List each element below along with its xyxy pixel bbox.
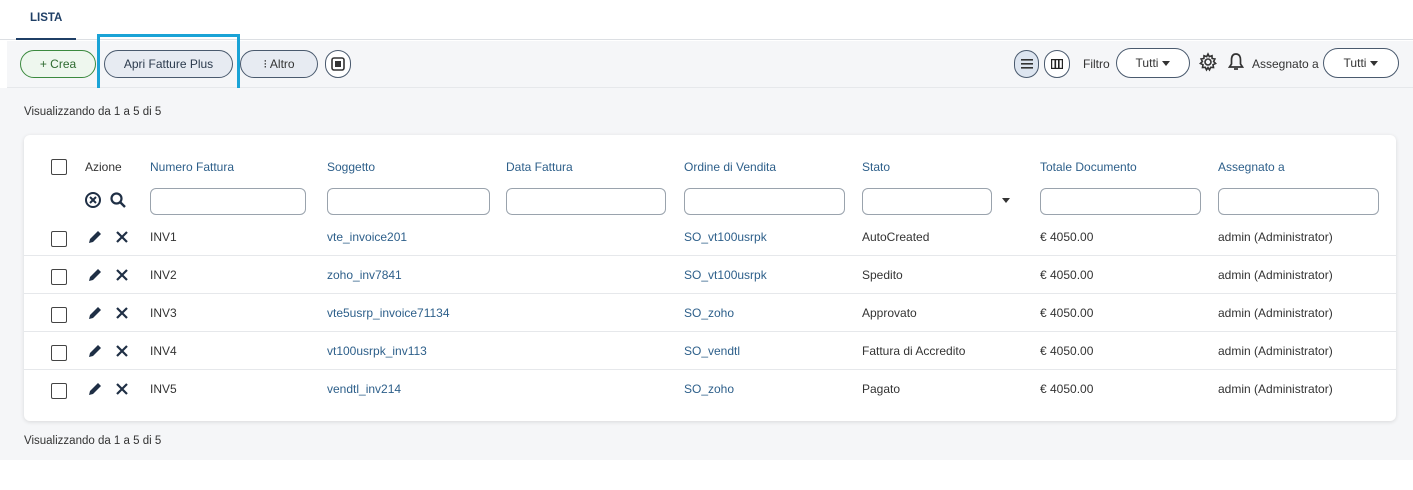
close-icon[interactable] — [113, 342, 131, 360]
cell-assegnato: admin (Administrator) — [1218, 306, 1333, 320]
create-button[interactable]: + Crea — [20, 50, 96, 78]
tab-lista[interactable]: LISTA — [16, 0, 77, 40]
select-box-icon — [331, 57, 345, 71]
close-icon[interactable] — [113, 380, 131, 398]
caret-down-icon — [1162, 60, 1171, 66]
invoice-table: Azione Numero Fattura Soggetto Data Fatt… — [24, 135, 1396, 421]
filter-stato[interactable] — [862, 188, 992, 215]
cell-soggetto[interactable]: vte5usrp_invoice71134 — [327, 306, 450, 320]
record-count-bottom: Visualizzando da 1 a 5 di 5 — [24, 435, 162, 447]
cell-ordine[interactable]: SO_vendtl — [684, 344, 740, 358]
row-checkbox[interactable] — [51, 307, 67, 323]
filter-dropdown[interactable]: Tutti — [1116, 48, 1190, 78]
cell-soggetto[interactable]: vte_invoice201 — [327, 230, 407, 244]
cell-assegnato: admin (Administrator) — [1218, 268, 1333, 282]
cell-totale: € 4050.00 — [1040, 306, 1094, 320]
column-header-azione: Azione — [85, 160, 122, 174]
list-view-button[interactable] — [1014, 50, 1039, 78]
caret-down-icon[interactable] — [1002, 198, 1010, 203]
column-header-numero-fattura[interactable]: Numero Fattura — [150, 160, 234, 174]
cell-stato: Pagato — [862, 382, 901, 396]
cell-numero[interactable]: INV1 — [150, 230, 177, 244]
cell-totale: € 4050.00 — [1040, 268, 1094, 282]
table-row: INV4 vt100usrpk_inv113 SO_vendtl Fattura… — [24, 332, 1396, 370]
gear-icon[interactable] — [1198, 52, 1218, 72]
cell-stato: AutoCreated — [862, 230, 930, 244]
cell-ordine[interactable]: SO_vt100usrpk — [684, 230, 767, 244]
filter-label: Filtro — [1083, 57, 1110, 71]
filter-ordine-vendita[interactable] — [684, 188, 845, 215]
close-icon[interactable] — [113, 266, 131, 284]
assigned-to-value: Tutti — [1343, 56, 1367, 70]
column-header-ordine-vendita[interactable]: Ordine di Vendita — [684, 160, 776, 174]
cell-ordine[interactable]: SO_vt100usrpk — [684, 268, 767, 282]
select-all-icon-button[interactable] — [325, 50, 351, 78]
cell-soggetto[interactable]: zoho_inv7841 — [327, 268, 402, 282]
pencil-icon[interactable] — [86, 228, 104, 246]
pencil-icon[interactable] — [86, 304, 104, 322]
filter-data-fattura[interactable] — [506, 188, 666, 215]
bell-icon[interactable] — [1227, 52, 1245, 72]
cell-totale: € 4050.00 — [1040, 230, 1094, 244]
row-checkbox[interactable] — [51, 269, 67, 285]
cell-stato: Fattura di Accredito — [862, 344, 966, 358]
list-area: Visualizzando da 1 a 5 di 5 Azione Numer… — [0, 88, 1413, 460]
cell-totale: € 4050.00 — [1040, 382, 1094, 396]
pencil-icon[interactable] — [86, 380, 104, 398]
table-row: INV1 vte_invoice201 SO_vt100usrpk AutoCr… — [24, 218, 1396, 256]
open-fatture-plus-button[interactable]: Apri Fatture Plus — [104, 50, 233, 78]
table-row: INV5 vendtl_inv214 SO_zoho Pagato € 4050… — [24, 370, 1396, 408]
column-header-soggetto[interactable]: Soggetto — [327, 160, 375, 174]
cell-ordine[interactable]: SO_zoho — [684, 306, 734, 320]
filter-value: Tutti — [1135, 56, 1159, 70]
cell-soggetto[interactable]: vendtl_inv214 — [327, 382, 401, 396]
circle-x-icon[interactable] — [84, 191, 102, 209]
pencil-icon[interactable] — [86, 342, 104, 360]
cell-soggetto[interactable]: vt100usrpk_inv113 — [327, 344, 427, 358]
cell-assegnato: admin (Administrator) — [1218, 230, 1333, 244]
cell-assegnato: admin (Administrator) — [1218, 344, 1333, 358]
column-header-data-fattura[interactable]: Data Fattura — [506, 160, 573, 174]
cell-stato: Approvato — [862, 306, 917, 320]
record-count-top: Visualizzando da 1 a 5 di 5 — [24, 106, 162, 118]
filter-totale-documento[interactable] — [1040, 188, 1201, 215]
column-header-totale-documento[interactable]: Totale Documento — [1040, 160, 1137, 174]
columns-view-button[interactable] — [1044, 50, 1070, 78]
cell-numero[interactable]: INV3 — [150, 306, 177, 320]
cell-numero[interactable]: INV2 — [150, 268, 177, 282]
filter-soggetto[interactable] — [327, 188, 490, 215]
cell-ordine[interactable]: SO_zoho — [684, 382, 734, 396]
toolbar: + Crea Apri Fatture Plus ⁝ Altro Filtro … — [7, 34, 1413, 94]
cell-numero[interactable]: INV4 — [150, 344, 177, 358]
close-icon[interactable] — [113, 304, 131, 322]
filter-numero-fattura[interactable] — [150, 188, 306, 215]
row-checkbox[interactable] — [51, 345, 67, 361]
tab-bar: LISTA — [0, 0, 1413, 40]
table-row: INV2 zoho_inv7841 SO_vt100usrpk Spedito … — [24, 256, 1396, 294]
close-icon[interactable] — [113, 228, 131, 246]
filter-assegnato[interactable] — [1218, 188, 1379, 215]
column-header-stato[interactable]: Stato — [862, 160, 890, 174]
row-checkbox[interactable] — [51, 383, 67, 399]
search-icon[interactable] — [109, 191, 127, 209]
assigned-to-label: Assegnato a — [1252, 57, 1319, 71]
pencil-icon[interactable] — [86, 266, 104, 284]
cell-assegnato: admin (Administrator) — [1218, 382, 1333, 396]
list-icon — [1020, 59, 1033, 69]
cell-totale: € 4050.00 — [1040, 344, 1094, 358]
cell-stato: Spedito — [862, 268, 903, 282]
more-button[interactable]: ⁝ Altro — [240, 50, 318, 78]
column-header-assegnato[interactable]: Assegnato a — [1218, 160, 1285, 174]
columns-icon — [1051, 59, 1063, 69]
row-checkbox[interactable] — [51, 231, 67, 247]
caret-down-icon — [1370, 60, 1379, 66]
table-row: INV3 vte5usrp_invoice71134 SO_zoho Appro… — [24, 294, 1396, 332]
cell-numero[interactable]: INV5 — [150, 382, 177, 396]
select-all-checkbox[interactable] — [51, 159, 67, 175]
assigned-to-dropdown[interactable]: Tutti — [1323, 48, 1399, 78]
